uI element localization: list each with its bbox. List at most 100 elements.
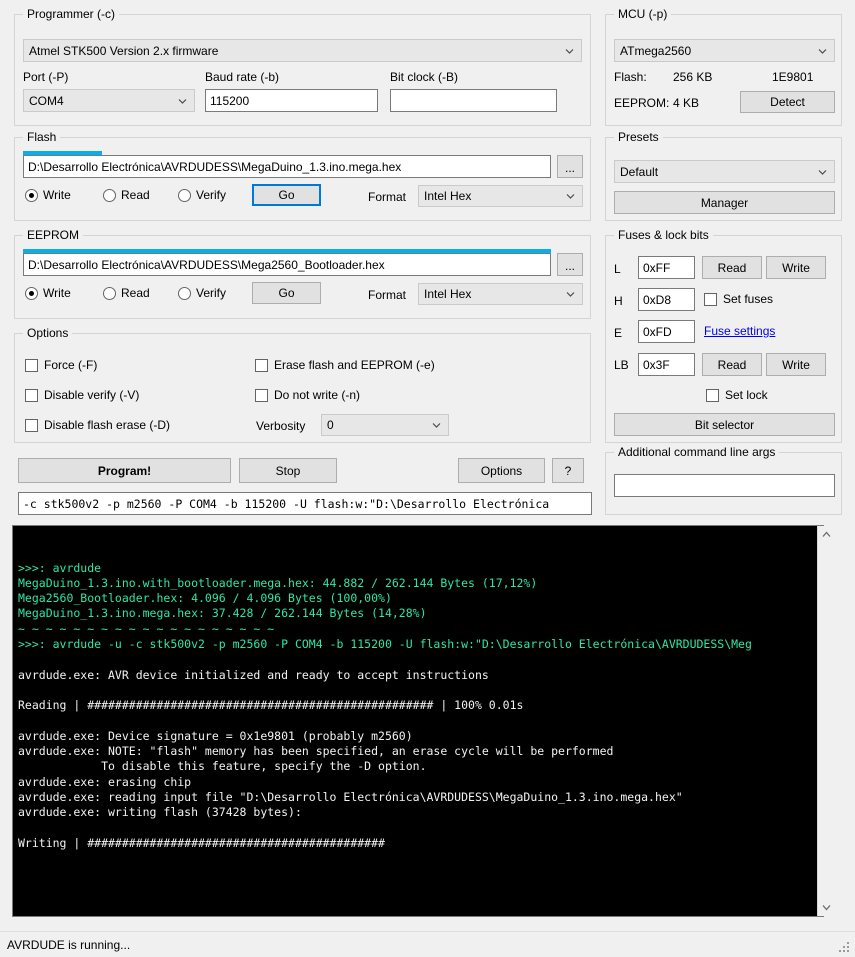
force-label: Force (-F) xyxy=(44,358,98,372)
eeprom-read-radio[interactable]: Read xyxy=(103,286,150,300)
stop-button-label: Stop xyxy=(275,463,301,478)
bit-clock-label: Bit clock (-B) xyxy=(390,70,459,84)
force-checkbox[interactable]: Force (-F) xyxy=(25,358,97,372)
eeprom-browse-button[interactable]: ... xyxy=(557,253,583,276)
options-button[interactable]: Options xyxy=(458,458,545,483)
flash-format-value: Intel Hex xyxy=(424,189,472,203)
eeprom-format-select[interactable]: Intel Hex xyxy=(418,283,583,305)
chevron-down-icon xyxy=(818,167,827,176)
lock-write-label: Write xyxy=(782,357,810,372)
disable-flash-erase-checkbox[interactable]: Disable flash erase (-D) xyxy=(25,418,170,432)
mcu-select-value: ATmega2560 xyxy=(620,43,692,58)
flash-browse-button[interactable]: ... xyxy=(557,155,583,178)
eeprom-write-radio[interactable]: Write xyxy=(25,286,71,300)
flash-group: Flash D:\Desarrollo Electrónica\AVRDUDES… xyxy=(14,130,591,221)
erase-label: Erase flash and EEPROM (-e) xyxy=(274,358,435,372)
help-button[interactable]: ? xyxy=(552,458,584,483)
flash-format-select[interactable]: Intel Hex xyxy=(418,185,583,207)
scroll-up-arrow-icon[interactable] xyxy=(818,526,834,543)
lock-write-button[interactable]: Write xyxy=(766,353,826,376)
additional-args-input[interactable] xyxy=(614,474,835,497)
flash-go-label: Go xyxy=(278,188,295,202)
do-not-write-checkbox[interactable]: Do not write (-n) xyxy=(255,388,360,402)
mcu-eeprom-label: EEPROM: xyxy=(614,96,670,110)
checkbox-icon xyxy=(25,388,38,402)
lock-bits-label: LB xyxy=(614,358,629,372)
fuse-read-label: Read xyxy=(717,260,747,275)
mcu-flash-label: Flash: xyxy=(614,70,647,84)
resize-grip-icon[interactable] xyxy=(839,942,851,954)
fuse-ext-input[interactable]: 0xFD xyxy=(638,320,695,343)
options-button-label: Options xyxy=(480,463,523,478)
lock-read-button[interactable]: Read xyxy=(702,353,762,376)
stop-button[interactable]: Stop xyxy=(239,458,337,483)
fuse-low-value: 0xFF xyxy=(643,260,671,275)
eeprom-file-input[interactable]: D:\Desarrollo Electrónica\AVRDUDESS\Mega… xyxy=(23,253,551,276)
radio-dot-icon xyxy=(178,286,191,300)
programmer-select[interactable]: Atmel STK500 Version 2.x firmware xyxy=(23,39,582,62)
disable-verify-checkbox[interactable]: Disable verify (-V) xyxy=(25,388,139,402)
scroll-down-arrow-icon[interactable] xyxy=(818,899,834,916)
flash-file-value: D:\Desarrollo Electrónica\AVRDUDESS\Mega… xyxy=(28,159,402,174)
disable-flash-erase-label: Disable flash erase (-D) xyxy=(44,418,171,432)
presets-select[interactable]: Default xyxy=(614,160,835,183)
checkbox-icon xyxy=(704,292,717,306)
fuse-read-button[interactable]: Read xyxy=(702,256,762,279)
flash-file-input[interactable]: D:\Desarrollo Electrónica\AVRDUDESS\Mega… xyxy=(23,155,551,178)
flash-read-radio[interactable]: Read xyxy=(103,188,150,202)
fuse-low-input[interactable]: 0xFF xyxy=(638,256,695,279)
erase-flash-eeprom-checkbox[interactable]: Erase flash and EEPROM (-e) xyxy=(255,358,435,372)
eeprom-browse-label: ... xyxy=(564,259,575,273)
fuse-write-label: Write xyxy=(782,260,810,275)
command-line-input[interactable]: -c stk500v2 -p m2560 -P COM4 -b 115200 -… xyxy=(18,492,592,515)
disable-verify-label: Disable verify (-V) xyxy=(44,388,140,402)
program-button[interactable]: Program! xyxy=(18,458,231,483)
options-group-title: Options xyxy=(23,326,73,340)
console-line: To disable this feature, specify the -D … xyxy=(18,759,427,774)
presets-manager-button[interactable]: Manager xyxy=(614,191,835,214)
port-select-value: COM4 xyxy=(29,93,64,108)
fuse-high-value: 0xD8 xyxy=(643,292,672,307)
presets-select-value: Default xyxy=(620,164,659,179)
detect-button-label: Detect xyxy=(770,95,805,109)
fuse-high-input[interactable]: 0xD8 xyxy=(638,288,695,311)
detect-button[interactable]: Detect xyxy=(740,91,835,113)
lock-bits-input[interactable]: 0x3F xyxy=(638,353,695,376)
set-fuses-label: Set fuses xyxy=(723,292,774,306)
eeprom-group: EEPROM D:\Desarrollo Electrónica\AVRDUDE… xyxy=(14,228,591,319)
mcu-signature-value: 1E9801 xyxy=(772,70,814,84)
set-fuses-checkbox[interactable]: Set fuses xyxy=(704,292,773,306)
bit-selector-button[interactable]: Bit selector xyxy=(614,413,835,436)
verbosity-select[interactable]: 0 xyxy=(321,414,449,436)
fuse-ext-value: 0xFD xyxy=(643,324,672,339)
flash-verify-radio[interactable]: Verify xyxy=(178,188,226,202)
flash-go-button[interactable]: Go xyxy=(252,184,321,206)
do-not-write-label: Do not write (-n) xyxy=(274,388,361,402)
baud-rate-input[interactable]: 115200 xyxy=(205,89,378,112)
console-line: avrdude.exe: reading input file "D:\Desa… xyxy=(18,790,683,805)
fuse-settings-link[interactable]: Fuse settings xyxy=(704,324,775,338)
console-line: avrdude.exe: NOTE: "flash" memory has be… xyxy=(18,744,614,759)
eeprom-group-title: EEPROM xyxy=(23,228,84,242)
mcu-select[interactable]: ATmega2560 xyxy=(614,39,835,62)
set-lock-checkbox[interactable]: Set lock xyxy=(706,388,768,402)
additional-args-title: Additional command line args xyxy=(614,445,780,459)
console-line: >>>: avrdude -u -c stk500v2 -p m2560 -P … xyxy=(18,637,752,652)
console-output[interactable]: >>>: avrdude MegaDuino_1.3.ino.with_bootl… xyxy=(12,525,824,917)
bit-clock-input[interactable] xyxy=(390,89,557,112)
eeprom-verify-radio[interactable]: Verify xyxy=(178,286,226,300)
eeprom-go-button[interactable]: Go xyxy=(252,282,321,304)
verbosity-label: Verbosity xyxy=(256,419,306,433)
mcu-eeprom-value: 4 KB xyxy=(673,96,700,110)
console-scrollbar[interactable] xyxy=(817,526,834,916)
fuse-write-button[interactable]: Write xyxy=(766,256,826,279)
flash-write-radio[interactable]: Write xyxy=(25,188,71,202)
console-line: ~ ~ ~ ~ ~ ~ ~ ~ ~ ~ ~ ~ ~ ~ ~ ~ ~ ~ ~ xyxy=(18,621,275,636)
flash-group-title: Flash xyxy=(23,130,61,144)
port-select[interactable]: COM4 xyxy=(23,89,195,112)
console-line: avrdude.exe: erasing chip xyxy=(18,774,192,789)
fuses-group-title: Fuses & lock bits xyxy=(614,228,713,242)
status-bar: AVRDUDE is running... xyxy=(0,931,855,957)
